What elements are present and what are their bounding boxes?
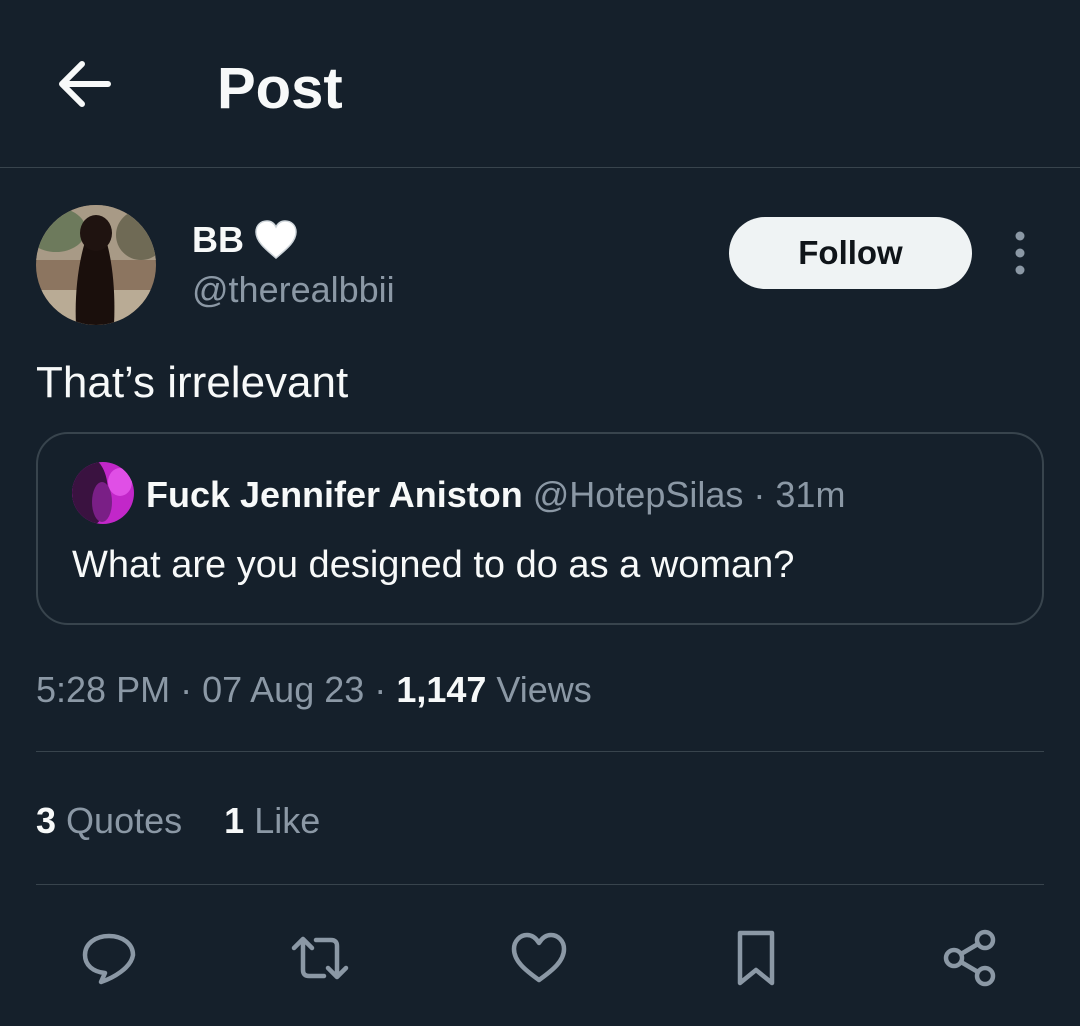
likes-label: Like: [254, 800, 321, 841]
follow-button[interactable]: Follow: [729, 217, 972, 289]
like-icon[interactable]: [507, 926, 571, 990]
tweet-date: 07 Aug 23: [202, 669, 365, 710]
share-icon[interactable]: [938, 926, 1002, 990]
meta-separator: ·: [374, 669, 387, 710]
display-name[interactable]: BB: [192, 218, 298, 262]
author-handle[interactable]: @therealbbii: [192, 268, 395, 312]
divider: [36, 751, 1044, 752]
quotes-label: Quotes: [66, 800, 183, 841]
divider: [36, 884, 1044, 885]
likes-count: 1: [224, 800, 245, 841]
bookmark-icon[interactable]: [724, 926, 788, 990]
more-options-icon[interactable]: [1000, 225, 1040, 281]
quotes-stat[interactable]: 3 Quotes: [36, 797, 182, 845]
retweet-icon[interactable]: [288, 926, 352, 990]
views-label: Views: [496, 669, 592, 710]
tweet-text: That’s irrelevant: [36, 358, 349, 407]
quoted-tweet-card[interactable]: Fuck Jennifer Aniston @HotepSilas · 31m …: [36, 432, 1044, 625]
quotes-count: 3: [36, 800, 57, 841]
quoted-author-handle: @HotepSilas: [532, 474, 744, 515]
meta-separator: ·: [180, 669, 193, 710]
back-arrow-icon[interactable]: [52, 52, 116, 116]
white-heart-icon: [254, 220, 298, 260]
reply-icon[interactable]: [77, 926, 141, 990]
avatar[interactable]: [36, 205, 156, 325]
quoted-tweet-text: What are you designed to do as a woman?: [72, 544, 795, 586]
top-bar: Post: [0, 0, 1080, 168]
tweet-metadata: 5:28 PM · 07 Aug 23 · 1,147 Views: [36, 666, 592, 714]
display-name-text: BB: [192, 219, 244, 260]
quoted-timestamp: 31m: [775, 474, 846, 515]
likes-stat[interactable]: 1 Like: [224, 797, 320, 845]
quoted-header: Fuck Jennifer Aniston @HotepSilas · 31m: [146, 472, 845, 518]
views-count: 1,147: [396, 669, 487, 710]
quoted-avatar: [72, 462, 134, 524]
quoted-author-name: Fuck Jennifer Aniston: [146, 474, 523, 515]
quoted-separator: ·: [753, 474, 766, 515]
engagement-stats: 3 Quotes 1 Like: [36, 797, 352, 845]
page-title: Post: [217, 56, 343, 121]
tweet-time: 5:28 PM: [36, 669, 171, 710]
